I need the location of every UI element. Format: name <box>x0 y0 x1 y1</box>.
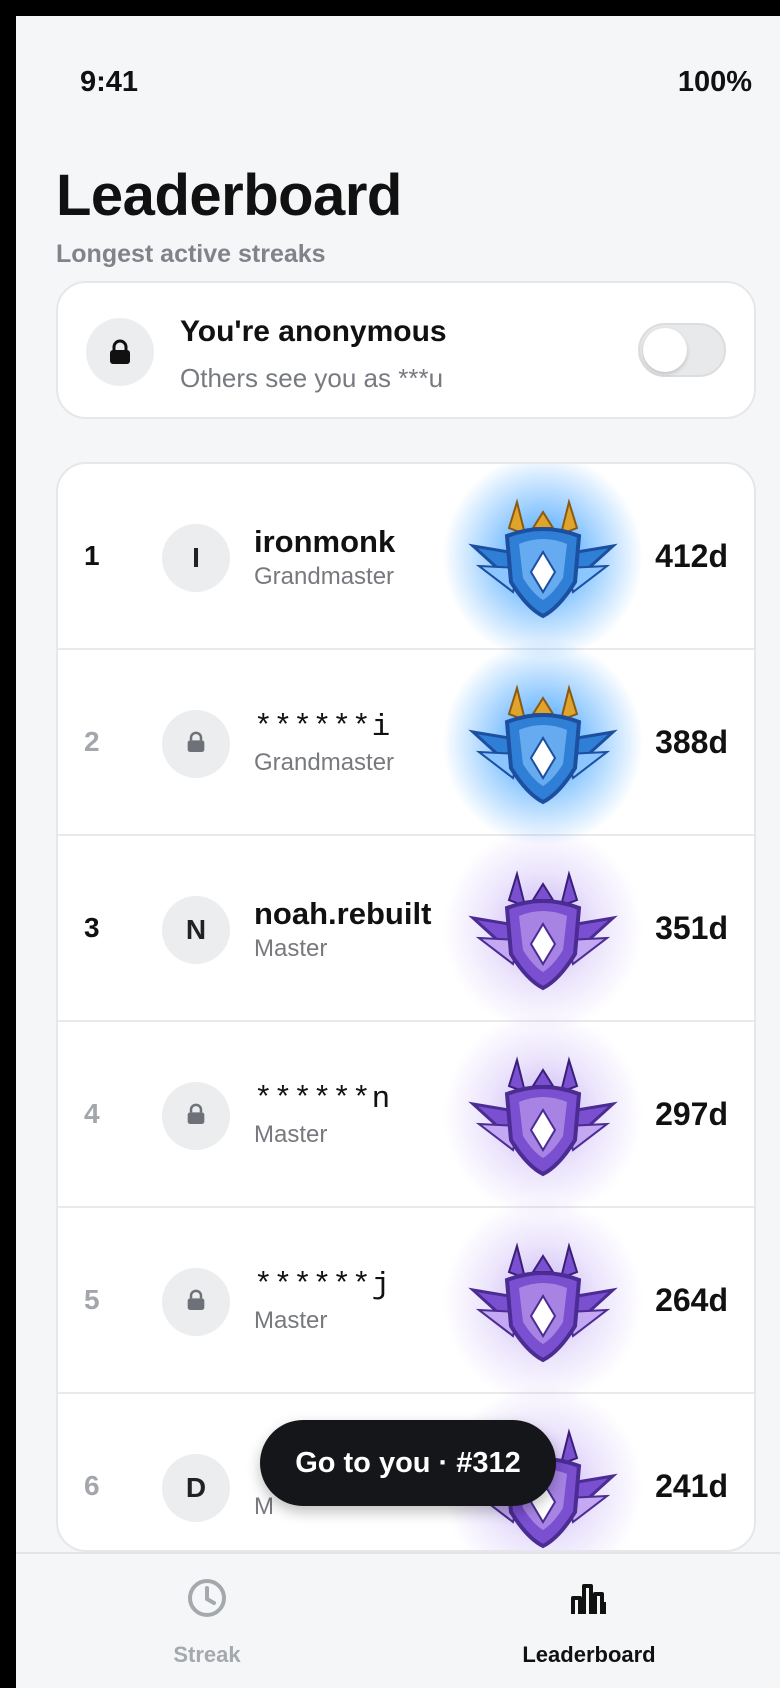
row-username: noah.rebuilt <box>254 896 432 931</box>
row-username: ironmonk <box>254 524 396 559</box>
row-streak-days: 388d <box>655 724 728 760</box>
anonymity-toggle[interactable] <box>638 323 726 377</box>
row-streak-days: 412d <box>655 538 728 574</box>
row-streak-days: 351d <box>655 910 728 946</box>
leaderboard-row[interactable]: 4 ******n Master 297d <box>58 1012 754 1218</box>
row-username: ******n <box>254 1082 392 1117</box>
tab-streak-label: Streak <box>173 1642 241 1667</box>
anonymity-card: You're anonymous Others see you as ***u <box>56 281 756 419</box>
row-streak-days: 297d <box>655 1096 728 1132</box>
row-tier: Grandmaster <box>254 749 395 776</box>
row-tier: Master <box>254 1121 328 1148</box>
toggle-knob <box>643 328 687 372</box>
avatar-initial: I <box>192 542 200 573</box>
row-rank: 1 <box>84 540 100 571</box>
row-streak-days: 264d <box>655 1282 728 1318</box>
tab-leaderboard[interactable]: Leaderboard <box>398 1554 780 1688</box>
go-to-you-button[interactable]: Go to you · #312 <box>260 1420 556 1506</box>
tab-bar: Streak Leaderboard <box>16 1552 780 1688</box>
avatar: N <box>162 896 230 964</box>
row-rank: 6 <box>84 1470 100 1501</box>
row-streak-days: 241d <box>655 1468 728 1504</box>
status-time: 9:41 <box>80 66 139 98</box>
anonymity-title: You're anonymous <box>180 315 447 348</box>
app-screen: 9:41 100% Leaderboard Longest active str… <box>16 16 780 1688</box>
page-title: Leaderboard <box>56 163 402 228</box>
anonymous-avatar <box>162 1082 230 1150</box>
anonymous-avatar <box>162 710 230 778</box>
tab-streak[interactable]: Streak <box>16 1554 398 1688</box>
leaderboard-row[interactable]: 1 Iironmonk Grandmaster 412d <box>58 464 754 660</box>
leaderboard-row[interactable]: 3 Nnoah.rebuilt Master 351d <box>58 826 754 1032</box>
lock-icon <box>186 1286 206 1318</box>
row-rank: 2 <box>84 726 100 757</box>
row-username: ******j <box>254 1268 392 1303</box>
status-battery: 100% <box>677 66 752 98</box>
leaderboard-row[interactable]: 5 ******j Master 264d <box>58 1198 754 1404</box>
leaderboard-row[interactable]: 2 ******i Grandmaster 388d <box>58 640 754 846</box>
row-tier: M <box>254 1493 274 1520</box>
row-rank: 3 <box>84 912 100 943</box>
tab-leaderboard-label: Leaderboard <box>522 1642 656 1667</box>
lock-icon <box>186 1100 206 1132</box>
avatar: I <box>162 524 230 592</box>
row-tier: Master <box>254 1307 328 1334</box>
anonymous-avatar <box>162 1268 230 1336</box>
row-rank: 4 <box>84 1098 100 1129</box>
leaderboard-list: 1 Iironmonk Grandmaster 412d 2 ******i Grandma… <box>56 462 756 1552</box>
row-rank: 5 <box>84 1284 100 1315</box>
grandmaster-badge-icon <box>463 670 623 820</box>
lock-icon <box>186 728 206 760</box>
master-badge-icon <box>463 1042 623 1192</box>
lock-icon <box>86 318 154 386</box>
avatar-initial: D <box>185 1472 207 1503</box>
master-badge-icon <box>463 1228 623 1378</box>
clock-icon <box>188 1579 226 1617</box>
row-username: ******i <box>254 710 392 745</box>
avatar: D <box>162 1454 230 1522</box>
avatar-initial: N <box>185 914 207 945</box>
grandmaster-badge-icon <box>463 484 623 634</box>
row-tier: Grandmaster <box>254 563 395 590</box>
page-subtitle: Longest active streaks <box>56 240 326 268</box>
master-badge-icon <box>463 856 623 1006</box>
anonymity-subtitle: Others see you as ***u <box>180 363 444 393</box>
row-tier: Master <box>254 935 328 962</box>
bar-chart-icon <box>571 1584 606 1614</box>
